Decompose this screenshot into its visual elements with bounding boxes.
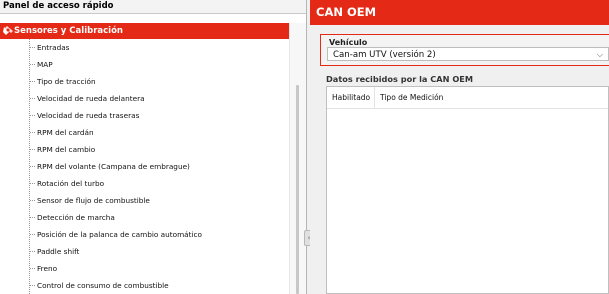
- chevron-down-icon[interactable]: ⌵: [597, 48, 603, 62]
- tree-connector: [30, 183, 35, 184]
- can-data-label: Datos recibidos por la CAN OEM: [326, 74, 474, 84]
- tree-scrollbar[interactable]: [289, 23, 306, 294]
- tree-item-label: Control de consumo de combustible: [37, 281, 169, 290]
- tree-item[interactable]: RPM del cambio: [0, 141, 290, 158]
- tree-connector: [30, 64, 35, 65]
- tree-item-label: Rotación del turbo: [37, 179, 105, 188]
- vehicle-select[interactable]: Can-am UTV (versión 2) ⌵: [327, 47, 609, 61]
- tree-connector: [30, 149, 35, 150]
- vehicle-select-value: Can-am UTV (versión 2): [333, 50, 436, 60]
- tree-scrollbar-thumb[interactable]: [296, 85, 299, 294]
- can-oem-title: CAN OEM: [310, 0, 609, 25]
- tree-item[interactable]: Posición de la palanca de cambio automát…: [0, 226, 290, 243]
- tree-item-label: Sensor de flujo de combustible: [37, 196, 150, 205]
- tree-connector: [30, 217, 35, 218]
- tree-connector: [30, 268, 35, 269]
- tree-connector: [30, 47, 35, 48]
- tree-item[interactable]: Rotación del turbo: [0, 175, 290, 192]
- tree-connector: [30, 285, 35, 286]
- column-header-measurement-type[interactable]: Tipo de Medición: [375, 87, 443, 108]
- tree-category-label: Sensores y Calibración: [14, 26, 123, 36]
- tree-connector: [30, 166, 35, 167]
- tree-item-label: Tipo de tracción: [37, 77, 96, 86]
- tree-item[interactable]: Control de consumo de combustible: [0, 277, 290, 294]
- quick-access-panel: Panel de acceso rápido Sensores y Calibr…: [0, 0, 307, 294]
- tree-item[interactable]: Entradas: [0, 39, 290, 56]
- tree-item-label: Paddle shift: [37, 247, 80, 256]
- tree-item[interactable]: Freno: [0, 260, 290, 277]
- tree-item-label: Velocidad de rueda delantera: [37, 94, 145, 103]
- tree-item-label: Velocidad de rueda traseras: [37, 111, 140, 120]
- grid-header: Habilitado Tipo de Medición: [327, 87, 608, 109]
- tree-item-label: Freno: [37, 264, 58, 273]
- vehicle-group: Vehículo Can-am UTV (versión 2) ⌵: [320, 34, 609, 66]
- tree-connector: [30, 234, 35, 235]
- tree-category-sensors[interactable]: Sensores y Calibración: [0, 23, 306, 39]
- vehicle-label: Vehículo: [329, 38, 368, 47]
- tree-connector: [30, 81, 35, 82]
- tree-item-label: Posición de la palanca de cambio automát…: [37, 230, 203, 239]
- tree-connector: [30, 251, 35, 252]
- tree-connector: [30, 115, 35, 116]
- tree-item-label: Entradas: [37, 43, 70, 52]
- tree-item[interactable]: Tipo de tracción: [0, 73, 290, 90]
- can-data-grid: Habilitado Tipo de Medición: [326, 86, 609, 294]
- tree-item[interactable]: Velocidad de rueda traseras: [0, 107, 290, 124]
- tree-item-label: Detección de marcha: [37, 213, 115, 222]
- tree-connector: [30, 200, 35, 201]
- tree-item[interactable]: Sensor de flujo de combustible: [0, 192, 290, 209]
- tree-item[interactable]: RPM del volante (Campana de embrague): [0, 158, 290, 175]
- tree-connector: [30, 132, 35, 133]
- tree-connector: [30, 98, 35, 99]
- can-oem-panel: CAN OEM Vehículo Can-am UTV (versión 2) …: [310, 0, 609, 294]
- tree-item-label: MAP: [37, 60, 53, 69]
- quick-access-title: Panel de acceso rápido: [0, 0, 306, 14]
- tree-item[interactable]: RPM del cardán: [0, 124, 290, 141]
- tree-item[interactable]: Paddle shift: [0, 243, 290, 260]
- tree-item[interactable]: Detección de marcha: [0, 209, 290, 226]
- tree-item-label: RPM del cambio: [37, 145, 96, 154]
- tree-item-label: RPM del volante (Campana de embrague): [37, 162, 190, 171]
- settings-tree: Entradas MAP Tipo de tracción Velocidad de …: [0, 39, 290, 294]
- tree-item[interactable]: MAP: [0, 56, 290, 73]
- tree-item[interactable]: Velocidad de rueda delantera: [0, 90, 290, 107]
- tree-item-label: RPM del cardán: [37, 128, 94, 137]
- column-header-enabled[interactable]: Habilitado: [327, 87, 375, 108]
